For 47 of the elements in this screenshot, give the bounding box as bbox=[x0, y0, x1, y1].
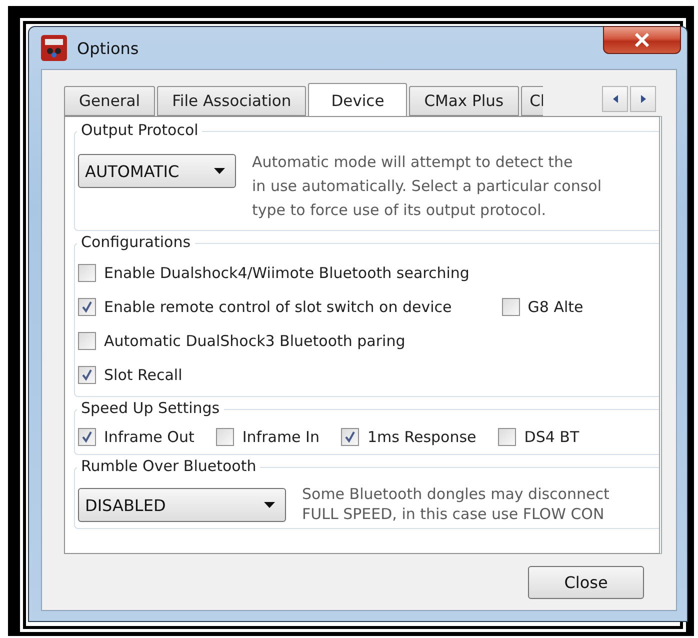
description-text: Automatic mode will attempt to detect the in use automatically. Select a particular consol type to force use of its output protocol. bbox=[252, 152, 602, 221]
checkbox[interactable]: Inframe In bbox=[216, 428, 320, 446]
checkbox-box[interactable] bbox=[341, 428, 360, 446]
check-icon bbox=[344, 431, 356, 443]
tab[interactable]: File Association bbox=[157, 86, 306, 116]
checkbox-label: Inframe In bbox=[242, 428, 320, 446]
close-button[interactable] bbox=[603, 26, 681, 54]
checkbox-box[interactable] bbox=[502, 298, 520, 316]
app-icon bbox=[41, 35, 67, 61]
dropdown[interactable]: AUTOMATIC bbox=[78, 154, 236, 188]
scroll-right-button[interactable] bbox=[630, 86, 656, 112]
caret-icon bbox=[264, 502, 275, 508]
caret-icon bbox=[214, 168, 225, 174]
left-arrow-icon bbox=[612, 95, 618, 103]
close-button[interactable]: Close bbox=[528, 566, 644, 599]
checkbox[interactable]: Slot Recall bbox=[78, 366, 182, 384]
tab[interactable]: General bbox=[64, 86, 156, 116]
close-icon bbox=[634, 33, 650, 47]
window-title: Options bbox=[77, 38, 139, 58]
checkbox[interactable]: DS4 BT bbox=[498, 428, 580, 446]
right-arrow-icon bbox=[640, 95, 646, 103]
checkbox[interactable]: Inframe Out bbox=[78, 428, 194, 446]
checkbox-label: DS4 BT bbox=[524, 428, 580, 446]
checkbox[interactable]: G8 Alte bbox=[502, 298, 584, 316]
check-icon bbox=[81, 301, 93, 313]
tab[interactable]: CMax Plus bbox=[409, 86, 519, 116]
checkbox-box[interactable] bbox=[498, 428, 516, 446]
checkbox-box[interactable] bbox=[78, 366, 96, 384]
group-title: Output Protocol bbox=[77, 121, 202, 139]
checkbox-box[interactable] bbox=[78, 298, 96, 316]
check-icon bbox=[81, 369, 93, 381]
checkbox-box[interactable] bbox=[78, 428, 96, 446]
checkbox-label: 1ms Response bbox=[367, 428, 476, 446]
group-title: Speed Up Settings bbox=[77, 399, 224, 417]
check-icon bbox=[81, 431, 93, 443]
checkbox-label: G8 Alte bbox=[528, 298, 584, 316]
checkbox-label: Inframe Out bbox=[104, 428, 194, 446]
description-text: Some Bluetooth dongles may disconnect FULL SPEED, in this case use FLOW CON bbox=[302, 484, 610, 524]
group-title: Configurations bbox=[77, 233, 195, 251]
checkbox-box[interactable] bbox=[78, 332, 96, 350]
checkbox-box[interactable] bbox=[216, 428, 234, 446]
checkbox[interactable]: 1ms Response bbox=[341, 428, 476, 446]
tab[interactable]: Device bbox=[308, 83, 408, 116]
dropdown[interactable]: DISABLED bbox=[78, 488, 286, 522]
checkbox-box[interactable] bbox=[78, 264, 96, 282]
scroll-left-button[interactable] bbox=[602, 86, 628, 112]
checkbox-label: Slot Recall bbox=[104, 366, 182, 384]
